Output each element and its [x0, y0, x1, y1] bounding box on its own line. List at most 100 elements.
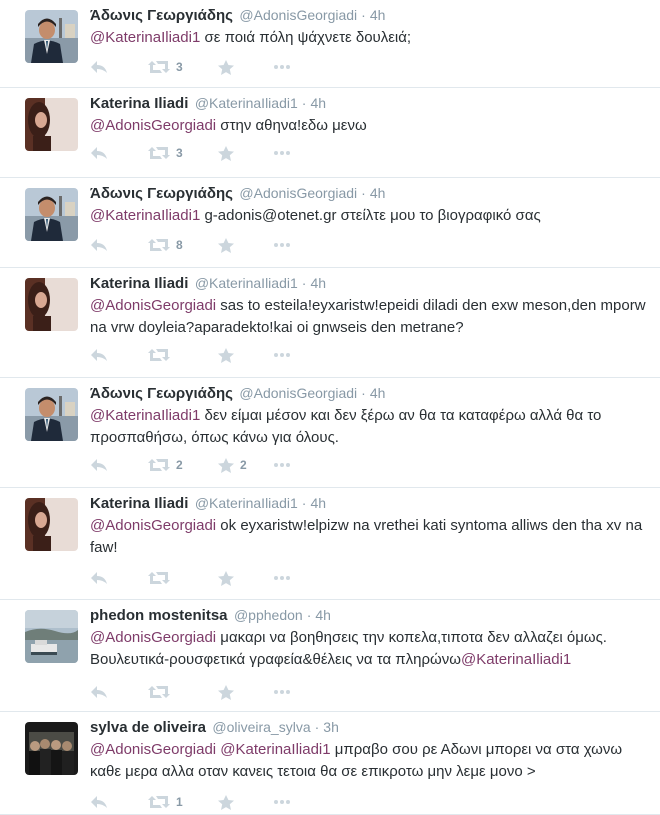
more-button[interactable]	[273, 57, 291, 77]
reply-button[interactable]	[90, 455, 148, 475]
user-handle[interactable]: @AdonisGeorgiadi	[239, 7, 357, 23]
tweet-timestamp[interactable]: 4h	[310, 495, 326, 511]
retweet-button[interactable]: 3	[148, 57, 218, 77]
reply-icon	[90, 348, 108, 362]
favorite-button[interactable]: 2	[218, 455, 273, 475]
retweet-button[interactable]: 1	[148, 792, 218, 812]
more-button[interactable]	[273, 682, 291, 702]
mention-link[interactable]: @KaterinaIliadi1	[461, 651, 571, 668]
tweet[interactable]: Katerina Iliadi @KaterinaIliadi1 · 4h @Ado…	[0, 268, 660, 378]
retweet-button[interactable]: 2	[148, 455, 218, 475]
reply-button[interactable]	[90, 792, 148, 812]
more-button[interactable]	[273, 455, 291, 475]
user-fullname[interactable]: Άδωνις Γεωργιάδης	[90, 385, 233, 402]
avatar[interactable]	[25, 388, 78, 441]
favorite-icon	[218, 347, 234, 363]
favorite-button[interactable]	[218, 345, 273, 365]
tweet-timestamp[interactable]: 4h	[310, 275, 326, 291]
mention-link[interactable]: @KaterinaIliadi1	[90, 407, 200, 424]
user-fullname[interactable]: Άδωνις Γεωργιάδης	[90, 7, 233, 24]
retweet-button[interactable]	[148, 568, 218, 588]
more-icon	[273, 64, 291, 70]
retweet-icon	[148, 685, 170, 699]
reply-button[interactable]	[90, 682, 148, 702]
user-fullname[interactable]: Katerina Iliadi	[90, 95, 188, 112]
avatar[interactable]	[25, 188, 78, 241]
tweet-timestamp[interactable]: 3h	[323, 719, 339, 735]
user-handle[interactable]: @oliveira_sylva	[212, 719, 310, 735]
favorite-button[interactable]	[218, 568, 273, 588]
avatar[interactable]	[25, 278, 78, 331]
more-button[interactable]	[273, 143, 291, 163]
favorite-button[interactable]	[218, 792, 273, 812]
more-button[interactable]	[273, 345, 291, 365]
reply-icon	[90, 238, 108, 252]
reply-button[interactable]	[90, 568, 148, 588]
mention-link[interactable]: @AdonisGeorgiadi	[90, 117, 216, 134]
mention-link[interactable]: @KaterinaIliadi1	[90, 207, 200, 224]
reply-button[interactable]	[90, 345, 148, 365]
tweet[interactable]: Άδωνις Γεωργιάδης @AdonisGeorgiadi · 4h @K…	[0, 378, 660, 488]
tweet-timestamp[interactable]: 4h	[315, 607, 331, 623]
favorite-button[interactable]	[218, 143, 273, 163]
retweet-button[interactable]: 3	[148, 143, 218, 163]
tweet[interactable]: Άδωνις Γεωργιάδης @AdonisGeorgiadi · 4h @K…	[0, 0, 660, 88]
user-fullname[interactable]: sylva de oliveira	[90, 719, 206, 736]
favorite-button[interactable]	[218, 57, 273, 77]
separator-dot: ·	[314, 719, 320, 735]
tweet-header: Katerina Iliadi @KaterinaIliadi1 · 4h	[90, 93, 650, 113]
avatar[interactable]	[25, 10, 78, 63]
retweet-button[interactable]	[148, 345, 218, 365]
more-icon	[273, 242, 291, 248]
mention-link[interactable]: @AdonisGeorgiadi	[90, 297, 216, 314]
retweet-button[interactable]: 8	[148, 235, 218, 255]
reply-button[interactable]	[90, 57, 148, 77]
tweet-header: Άδωνις Γεωργιάδης @AdonisGeorgiadi · 4h	[90, 183, 650, 203]
user-fullname[interactable]: Άδωνις Γεωργιάδης	[90, 185, 233, 202]
user-handle[interactable]: @KaterinaIliadi1	[195, 275, 298, 291]
user-fullname[interactable]: Katerina Iliadi	[90, 275, 188, 292]
retweet-button[interactable]	[148, 682, 218, 702]
tweet[interactable]: phedon mostenitsa @pphedon · 4h @AdonisGeo…	[0, 600, 660, 712]
tweet-timestamp[interactable]: 4h	[370, 7, 386, 23]
tweet-timestamp[interactable]: 4h	[310, 95, 326, 111]
reply-button[interactable]	[90, 235, 148, 255]
reply-button[interactable]	[90, 143, 148, 163]
more-button[interactable]	[273, 235, 291, 255]
reply-icon	[90, 571, 108, 585]
retweet-icon	[148, 60, 170, 74]
user-fullname[interactable]: phedon mostenitsa	[90, 607, 228, 624]
avatar[interactable]	[25, 722, 78, 775]
mention-link[interactable]: @AdonisGeorgiadi	[90, 517, 216, 534]
user-handle[interactable]: @AdonisGeorgiadi	[239, 185, 357, 201]
tweet[interactable]: sylva de oliveira @oliveira_sylva · 3h @Ad…	[0, 712, 660, 815]
mention-link[interactable]: @KaterinaIliadi1	[90, 29, 200, 46]
more-button[interactable]	[273, 568, 291, 588]
tweet-actions	[90, 682, 291, 702]
avatar[interactable]	[25, 98, 78, 151]
tweet[interactable]: Katerina Iliadi @KaterinaIliadi1 · 4h @Ado…	[0, 488, 660, 600]
more-button[interactable]	[273, 792, 291, 812]
user-handle[interactable]: @pphedon	[234, 607, 303, 623]
more-icon	[273, 689, 291, 695]
separator-dot: ·	[361, 7, 366, 23]
tweet-timestamp[interactable]: 4h	[370, 385, 386, 401]
favorite-button[interactable]	[218, 682, 273, 702]
user-fullname[interactable]: Katerina Iliadi	[90, 495, 188, 512]
mention-link[interactable]: @KaterinaIliadi1	[216, 741, 330, 758]
favorite-icon	[218, 237, 234, 253]
user-handle[interactable]: @KaterinaIliadi1	[195, 95, 298, 111]
user-handle[interactable]: @AdonisGeorgiadi	[239, 385, 357, 401]
avatar-image	[25, 498, 78, 551]
favorite-button[interactable]	[218, 235, 273, 255]
avatar[interactable]	[25, 610, 78, 663]
tweet-actions: 8	[90, 235, 291, 255]
user-handle[interactable]: @KaterinaIliadi1	[195, 495, 298, 511]
mention-link[interactable]: @AdonisGeorgiadi	[90, 629, 216, 646]
mention-link[interactable]: @AdonisGeorgiadi	[90, 741, 216, 758]
avatar[interactable]	[25, 498, 78, 551]
tweet[interactable]: Άδωνις Γεωργιάδης @AdonisGeorgiadi · 4h @K…	[0, 178, 660, 268]
avatar-image	[25, 10, 78, 63]
tweet-timestamp[interactable]: 4h	[370, 185, 386, 201]
tweet[interactable]: Katerina Iliadi @KaterinaIliadi1 · 4h @Ado…	[0, 88, 660, 178]
